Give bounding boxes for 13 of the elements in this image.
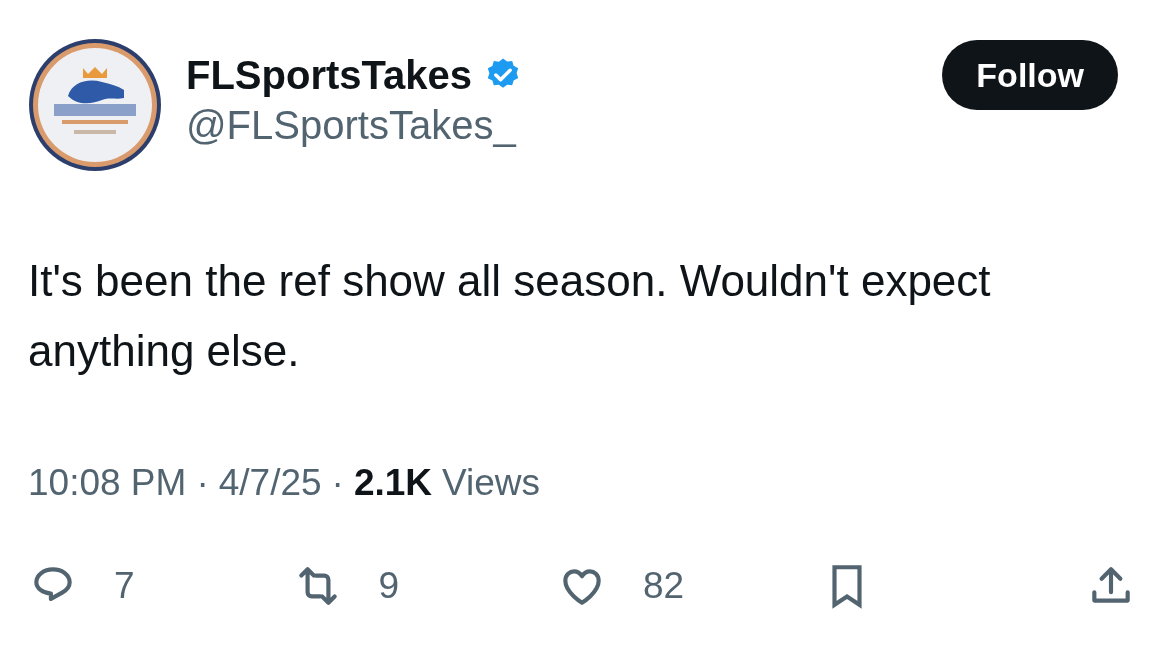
post-date: 4/7/25 — [218, 461, 322, 505]
post-time: 10:08 PM — [28, 461, 187, 505]
separator-dot: · — [196, 461, 209, 505]
display-name: FLSportsTakes — [186, 52, 472, 99]
action-count: 9 — [378, 564, 400, 608]
action-count: 7 — [114, 564, 135, 608]
separator-dot: · — [331, 461, 344, 505]
views-label: Views — [442, 461, 541, 505]
follow-button[interactable]: Follow — [942, 40, 1118, 110]
action-count: 82 — [643, 564, 685, 608]
post-text: It's been the ref show all season. Wouldn't expect anything else. — [28, 255, 992, 377]
views-count: 2.1K — [353, 461, 433, 505]
user-handle: @FLSportsTakes_ — [186, 102, 518, 149]
